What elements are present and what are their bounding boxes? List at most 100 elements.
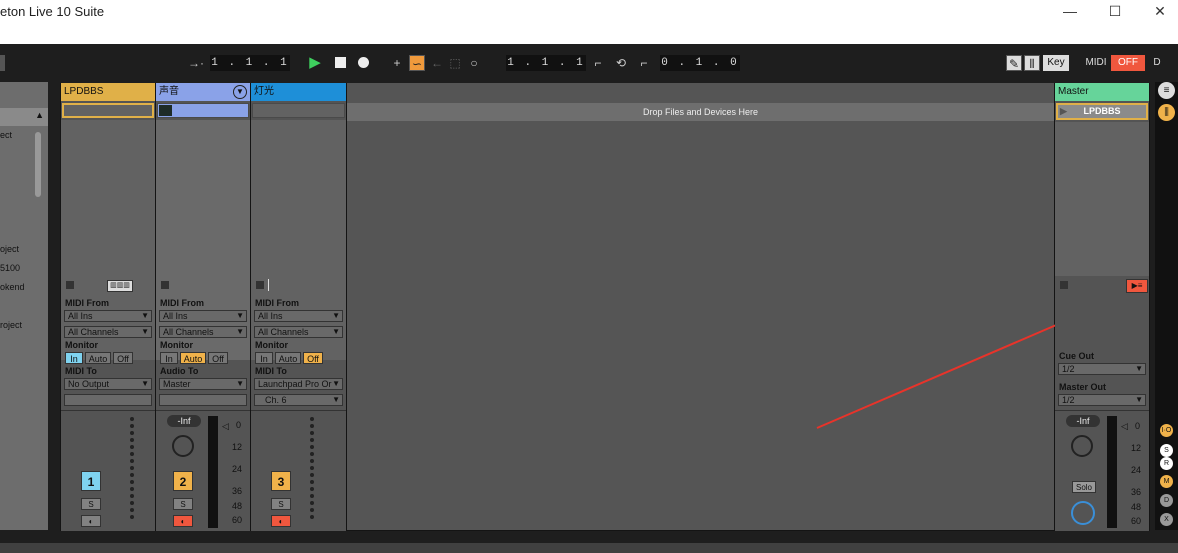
monitor-in-button[interactable]: In bbox=[65, 352, 83, 364]
master-volume-readout[interactable]: -Inf bbox=[1066, 415, 1100, 427]
channel-select[interactable]: All Channels ▼ bbox=[254, 326, 343, 338]
monitor-in-button[interactable]: In bbox=[255, 352, 273, 364]
monitor-off-button[interactable]: Off bbox=[303, 352, 323, 364]
arm-icon[interactable]: ◐ bbox=[271, 515, 291, 527]
menu-edge[interactable] bbox=[0, 55, 5, 71]
loop-length[interactable]: 0 . 1 . 0 bbox=[660, 55, 740, 71]
master-solo-button[interactable]: Solo bbox=[1072, 481, 1096, 493]
piano-roll-icon[interactable]: ▥▥▥ bbox=[107, 280, 133, 292]
browser-item[interactable]: oject bbox=[0, 244, 19, 254]
draw-mode-icon[interactable]: ✎ bbox=[1006, 55, 1022, 71]
returns-toggle[interactable]: R bbox=[1160, 457, 1173, 470]
clip-slots-area[interactable] bbox=[61, 120, 155, 360]
master-title[interactable]: Master bbox=[1055, 83, 1149, 101]
loop-icon[interactable]: ⟲ bbox=[613, 55, 629, 71]
minimize-button[interactable]: — bbox=[1058, 2, 1082, 20]
midi-to-select[interactable]: No Output ▼ bbox=[64, 378, 152, 390]
back-to-arrangement-icon[interactable]: ← bbox=[429, 55, 445, 71]
stop-clip-icon[interactable] bbox=[66, 281, 74, 289]
stop-icon[interactable] bbox=[332, 55, 348, 71]
monitor-in-button[interactable]: In bbox=[160, 352, 178, 364]
arm-icon[interactable]: ◐ bbox=[81, 515, 101, 527]
scene-area[interactable] bbox=[1055, 122, 1149, 276]
solo-button[interactable]: S bbox=[173, 498, 193, 510]
midi-from-select[interactable]: All Ins ▼ bbox=[159, 310, 247, 322]
arrangement-position[interactable]: 1 . 1 . 1 bbox=[210, 55, 290, 71]
volume-readout[interactable]: -Inf bbox=[167, 415, 201, 427]
arm-icon[interactable]: ◐ bbox=[173, 515, 193, 527]
monitor-auto-button[interactable]: Auto bbox=[85, 352, 111, 364]
launch-scene-icon[interactable]: ▶≡ bbox=[1126, 279, 1148, 293]
clip-slots-area[interactable] bbox=[251, 120, 346, 360]
audio-to-select[interactable]: Master ▼ bbox=[159, 378, 247, 390]
automation-arm-icon[interactable]: ∽ bbox=[409, 55, 425, 71]
midi-to-channel[interactable] bbox=[64, 394, 152, 406]
punch-out-icon[interactable]: ⌐ bbox=[636, 55, 652, 71]
master-pan-knob[interactable] bbox=[1071, 435, 1093, 457]
punch-in-position[interactable]: 1 . 1 . 1 bbox=[506, 55, 586, 71]
play-icon[interactable]: ▶ bbox=[307, 55, 323, 71]
audio-to-channel[interactable] bbox=[159, 394, 247, 406]
keyboard-icon[interactable]: ⫴ bbox=[1024, 55, 1040, 71]
close-button[interactable]: ✕ bbox=[1148, 2, 1172, 20]
solo-button[interactable]: S bbox=[81, 498, 101, 510]
midi-to-select[interactable]: Launchpad Pro Or ▼ bbox=[254, 378, 343, 390]
pan-knob[interactable] bbox=[172, 435, 194, 457]
clip-slot[interactable] bbox=[62, 103, 154, 118]
stop-clip-icon[interactable] bbox=[161, 281, 169, 289]
track-activator[interactable]: 1 bbox=[81, 471, 101, 491]
solo-button[interactable]: S bbox=[271, 498, 291, 510]
menu-icon[interactable]: ≡ bbox=[1158, 82, 1175, 99]
master-clip-slot[interactable]: ▶ LPDBBS bbox=[1056, 103, 1148, 120]
mixer-icon[interactable]: ⫼ bbox=[1158, 104, 1175, 121]
browser-scrollbar[interactable] bbox=[35, 132, 41, 197]
track-activator[interactable]: 2 bbox=[173, 471, 193, 491]
cpu-off-button[interactable]: OFF bbox=[1111, 55, 1145, 71]
monitor-off-button[interactable]: Off bbox=[208, 352, 228, 364]
midi-to-channel[interactable]: Ch. 6 ▼ bbox=[254, 394, 343, 406]
fader-icon[interactable]: ◁ bbox=[222, 421, 229, 432]
session-record-icon[interactable]: ○ bbox=[466, 55, 482, 71]
track-title[interactable]: 灯光 bbox=[251, 83, 346, 101]
mixer-toggle[interactable]: M bbox=[1160, 475, 1173, 488]
browser-item[interactable]: ect bbox=[0, 130, 12, 140]
clip-slots-area[interactable] bbox=[156, 120, 250, 360]
stop-clip-icon[interactable] bbox=[256, 281, 264, 289]
track-title[interactable]: LPDBBS bbox=[61, 83, 155, 101]
crossfader-toggle[interactable]: X bbox=[1160, 513, 1173, 526]
monitor-auto-button[interactable]: Auto bbox=[180, 352, 206, 364]
clip-slot[interactable] bbox=[157, 103, 249, 118]
browser-item[interactable]: okend bbox=[0, 282, 25, 292]
midi-from-select[interactable]: All Ins ▼ bbox=[254, 310, 343, 322]
capture-icon[interactable]: ⬚ bbox=[447, 55, 463, 71]
cue-volume-knob[interactable] bbox=[1071, 501, 1095, 525]
fold-icon[interactable]: ▼ bbox=[233, 85, 247, 99]
browser-item[interactable]: roject bbox=[0, 320, 22, 330]
d-button[interactable]: D bbox=[1150, 55, 1164, 71]
key-map-button[interactable]: Key bbox=[1043, 55, 1069, 71]
overdub-icon[interactable]: + bbox=[389, 55, 405, 71]
drop-zone[interactable]: Drop Files and Devices Here bbox=[347, 83, 1117, 530]
stop-all-icon[interactable] bbox=[1060, 281, 1068, 289]
midi-from-select[interactable]: All Ins ▼ bbox=[64, 310, 152, 322]
maximize-button[interactable]: ☐ bbox=[1103, 2, 1127, 20]
sort-icon[interactable]: ▲ bbox=[35, 110, 44, 120]
track-activator[interactable]: 3 bbox=[271, 471, 291, 491]
record-icon[interactable] bbox=[355, 55, 371, 71]
sends-toggle[interactable]: S bbox=[1160, 444, 1173, 457]
scene-launch-icon[interactable]: ▶ bbox=[1060, 105, 1067, 118]
monitor-off-button[interactable]: Off bbox=[113, 352, 133, 364]
clip-slot[interactable] bbox=[252, 103, 345, 118]
follow-icon[interactable]: →· bbox=[186, 55, 206, 71]
channel-select[interactable]: All Channels ▼ bbox=[64, 326, 152, 338]
master-fader-icon[interactable]: ◁ bbox=[1121, 421, 1128, 432]
browser-item[interactable]: 5100 bbox=[0, 263, 20, 273]
midi-map-button[interactable]: MIDI bbox=[1082, 55, 1110, 71]
monitor-auto-button[interactable]: Auto bbox=[275, 352, 301, 364]
cue-out-select[interactable]: 1/2 ▼ bbox=[1058, 363, 1146, 375]
master-out-select[interactable]: 1/2 ▼ bbox=[1058, 394, 1146, 406]
io-toggle[interactable]: I·O bbox=[1160, 424, 1173, 437]
track-title[interactable]: 声音 ▼ bbox=[156, 83, 250, 101]
delay-toggle[interactable]: D bbox=[1160, 494, 1173, 507]
punch-in-icon[interactable]: ⌐ bbox=[590, 55, 606, 71]
